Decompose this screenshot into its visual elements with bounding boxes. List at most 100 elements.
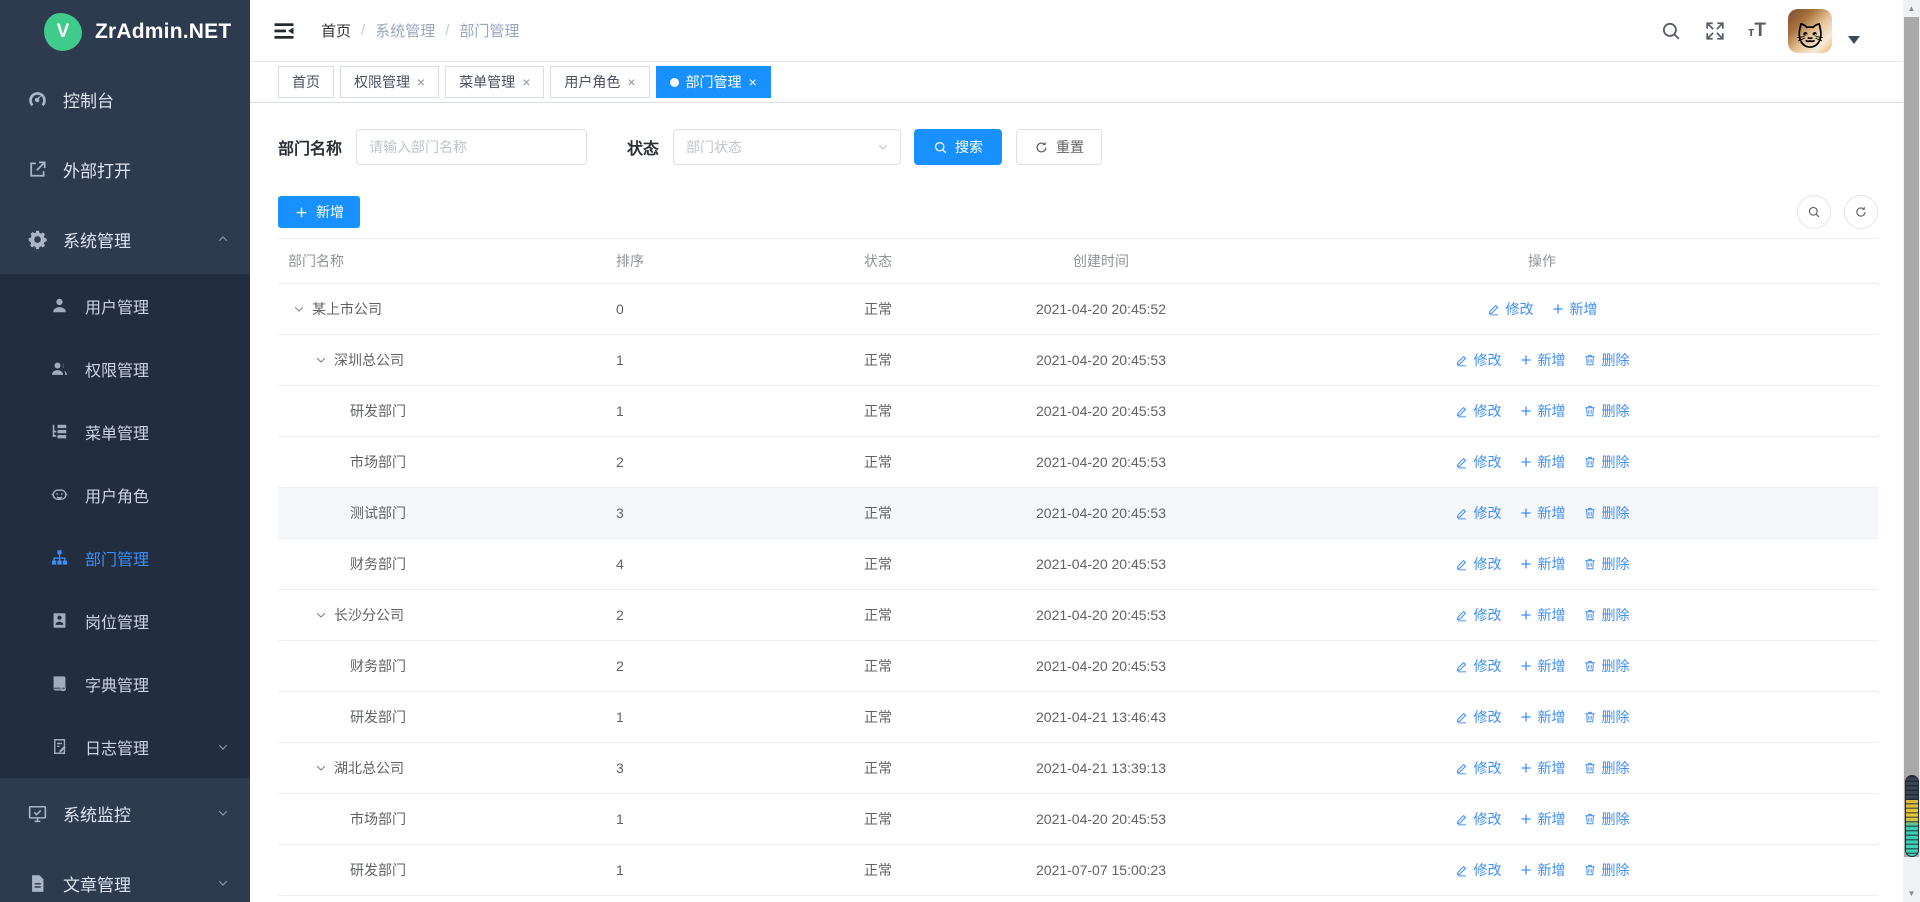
search-icon[interactable]	[1660, 20, 1682, 42]
actions-cell: 修改新增删除	[1206, 503, 1878, 523]
page-scrollbar[interactable]: ▲ ▼	[1903, 0, 1920, 902]
delete-link[interactable]: 删除	[1583, 656, 1630, 676]
external-link-icon	[27, 159, 48, 180]
scroll-down-arrow[interactable]: ▼	[1903, 885, 1920, 902]
add-link[interactable]: 新增	[1519, 554, 1566, 574]
edit-link[interactable]: 修改	[1455, 401, 1502, 421]
sidebar-item[interactable]: 字典管理	[0, 652, 250, 715]
scroll-up-arrow[interactable]: ▲	[1903, 0, 1920, 17]
expand-arrow-icon[interactable]	[314, 353, 328, 367]
tab-item[interactable]: 菜单管理×	[445, 66, 544, 98]
edit-link[interactable]: 修改	[1455, 707, 1502, 727]
fullscreen-icon[interactable]	[1704, 20, 1726, 42]
sidebar-item[interactable]: 外部打开	[0, 134, 250, 204]
add-link[interactable]: 新增	[1519, 452, 1566, 472]
search-button[interactable]: 搜索	[914, 129, 1002, 165]
add-link[interactable]: 新增	[1519, 503, 1566, 523]
tab-close-icon[interactable]: ×	[417, 75, 425, 89]
sidebar-item[interactable]: 系统管理	[0, 204, 250, 274]
avatar[interactable]: 🐱	[1788, 9, 1832, 53]
edit-link[interactable]: 修改	[1455, 503, 1502, 523]
edit-link[interactable]: 修改	[1455, 554, 1502, 574]
sidebar-item[interactable]: 岗位管理	[0, 589, 250, 652]
dept-name: 财务部门	[350, 656, 406, 676]
tab-close-icon[interactable]: ×	[627, 75, 635, 89]
breadcrumb-item[interactable]: 首页	[321, 20, 351, 41]
delete-link[interactable]: 删除	[1583, 758, 1630, 778]
edit-link[interactable]: 修改	[1455, 809, 1502, 829]
edit-link[interactable]: 修改	[1455, 452, 1502, 472]
col-header-dept-name: 部门名称	[278, 251, 608, 271]
add-button[interactable]: 新增	[278, 196, 360, 228]
add-link[interactable]: 新增	[1519, 350, 1566, 370]
sidebar-item-label: 文章管理	[63, 871, 131, 896]
expand-arrow-icon[interactable]	[314, 608, 328, 622]
edit-link[interactable]: 修改	[1455, 758, 1502, 778]
delete-link[interactable]: 删除	[1583, 554, 1630, 574]
caret-down-icon[interactable]	[1848, 36, 1860, 44]
tab-item[interactable]: 用户角色×	[550, 66, 649, 98]
action-label: 修改	[1474, 605, 1502, 625]
add-link[interactable]: 新增	[1519, 605, 1566, 625]
actions-cell: 修改新增删除	[1206, 656, 1878, 676]
add-link[interactable]: 新增	[1519, 707, 1566, 727]
add-link[interactable]: 新增	[1519, 860, 1566, 880]
edit-link[interactable]: 修改	[1455, 656, 1502, 676]
action-label: 删除	[1602, 452, 1630, 472]
sidebar-item[interactable]: 菜单管理	[0, 400, 250, 463]
add-link[interactable]: 新增	[1519, 656, 1566, 676]
font-size-icon[interactable]: тT	[1748, 20, 1766, 42]
refresh-table-button[interactable]	[1844, 195, 1878, 229]
sidebar-item[interactable]: 日志管理	[0, 715, 250, 778]
expand-arrow-icon[interactable]	[314, 761, 328, 775]
delete-link[interactable]: 删除	[1583, 860, 1630, 880]
dept-name: 测试部门	[350, 503, 406, 523]
sidebar-item[interactable]: 用户管理	[0, 274, 250, 337]
edit-link[interactable]: 修改	[1455, 350, 1502, 370]
app-logo[interactable]: V ZrAdmin.NET	[0, 0, 250, 64]
expand-arrow-icon[interactable]	[292, 302, 306, 316]
col-header-sort: 排序	[608, 251, 856, 271]
sidebar-item[interactable]: 系统监控	[0, 778, 250, 848]
status-select[interactable]: 部门状态	[673, 129, 901, 165]
add-link[interactable]: 新增	[1519, 758, 1566, 778]
sort-cell: 2	[608, 607, 856, 623]
created-cell: 2021-04-20 20:45:53	[996, 556, 1206, 572]
edit-icon	[1455, 863, 1469, 877]
sidebar-item[interactable]: 权限管理	[0, 337, 250, 400]
tab-item[interactable]: 首页	[278, 66, 334, 98]
scrollbar-thumb[interactable]	[1904, 17, 1919, 857]
sidebar-item[interactable]: 控制台	[0, 64, 250, 134]
action-label: 新增	[1538, 605, 1566, 625]
dept-name: 研发部门	[350, 860, 406, 880]
dept-name-input[interactable]	[356, 129, 587, 165]
sidebar-fold-icon[interactable]	[272, 19, 296, 43]
dept-name: 市场部门	[350, 809, 406, 829]
edit-link[interactable]: 修改	[1455, 605, 1502, 625]
reset-button[interactable]: 重置	[1016, 129, 1102, 165]
add-link[interactable]: 新增	[1551, 299, 1598, 319]
tab-close-icon[interactable]: ×	[522, 75, 530, 89]
delete-link[interactable]: 删除	[1583, 401, 1630, 421]
edit-link[interactable]: 修改	[1455, 860, 1502, 880]
delete-link[interactable]: 删除	[1583, 452, 1630, 472]
delete-link[interactable]: 删除	[1583, 350, 1630, 370]
delete-link[interactable]: 删除	[1583, 809, 1630, 829]
sidebar-item[interactable]: 部门管理	[0, 526, 250, 589]
delete-link[interactable]: 删除	[1583, 503, 1630, 523]
dept-name-cell: 某上市公司	[278, 299, 608, 319]
delete-link[interactable]: 删除	[1583, 707, 1630, 727]
table-row: 研发部门1正常2021-04-20 20:45:53修改新增删除	[278, 386, 1878, 437]
tab-item[interactable]: 权限管理×	[340, 66, 439, 98]
sidebar-item[interactable]: 文章管理	[0, 848, 250, 902]
toggle-search-button[interactable]	[1797, 195, 1831, 229]
add-link[interactable]: 新增	[1519, 401, 1566, 421]
action-label: 新增	[1538, 758, 1566, 778]
delete-link[interactable]: 删除	[1583, 605, 1630, 625]
add-link[interactable]: 新增	[1519, 809, 1566, 829]
delete-icon	[1583, 557, 1597, 571]
edit-link[interactable]: 修改	[1487, 299, 1534, 319]
tab-active[interactable]: 部门管理×	[656, 66, 771, 98]
tab-close-icon[interactable]: ×	[749, 75, 757, 89]
sidebar-item[interactable]: 用户角色	[0, 463, 250, 526]
